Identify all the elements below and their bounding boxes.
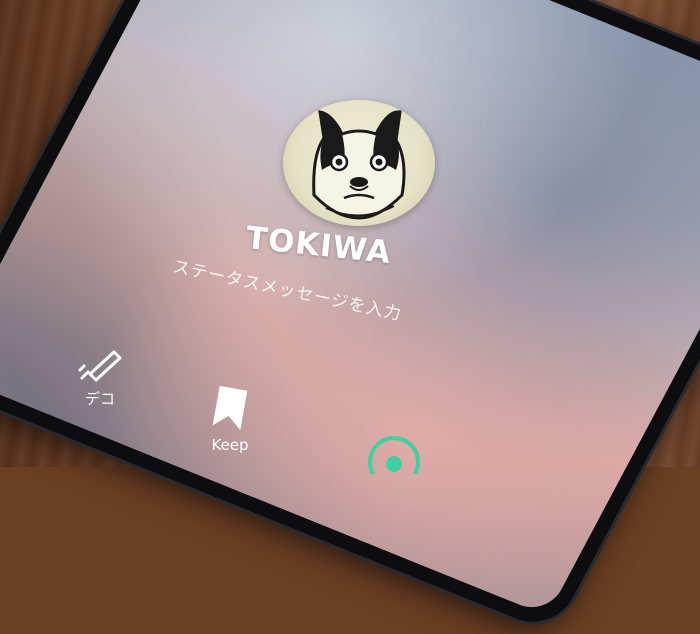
camera-button[interactable] [364, 434, 424, 474]
bulldog-illustration-icon [312, 110, 406, 220]
bookmark-icon [212, 385, 248, 431]
keep-button[interactable]: Keep [190, 384, 270, 454]
pen-decorate-icon [78, 350, 122, 382]
profile-avatar[interactable] [283, 100, 435, 226]
profile-name[interactable]: TOKIWA [244, 220, 393, 271]
keep-button-label: Keep [211, 436, 249, 454]
deco-button[interactable]: デコ [70, 344, 130, 409]
camera-icon [368, 436, 420, 474]
deco-button-label: デコ [84, 390, 115, 408]
profile-screen: TOKIWA ステータスメッセージを入力 デコ Keep [0, 0, 700, 474]
